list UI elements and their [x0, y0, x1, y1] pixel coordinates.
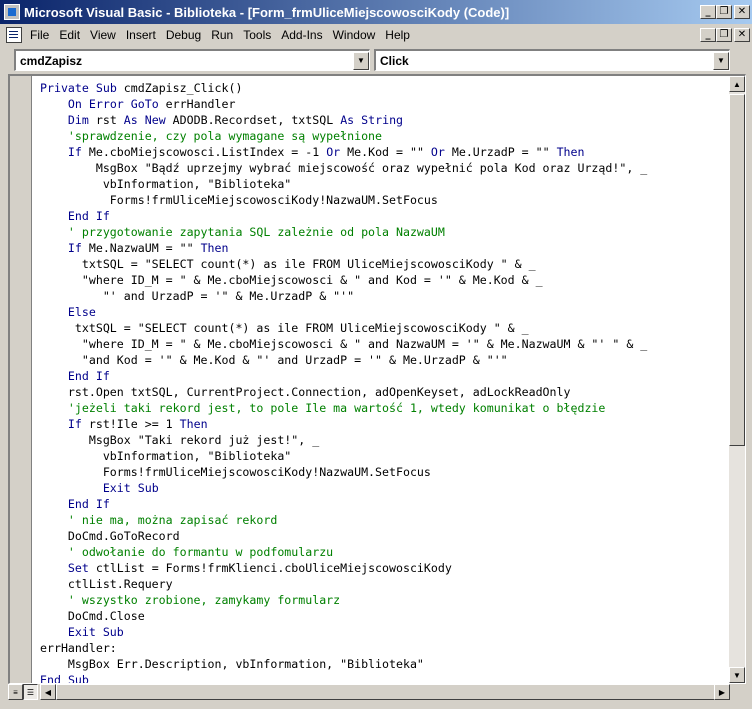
- code-line[interactable]: vbInformation, "Biblioteka": [40, 448, 727, 464]
- code-line[interactable]: "where ID_M = " & Me.cboMiejscowosci & "…: [40, 272, 727, 288]
- code-line[interactable]: Forms!frmUliceMiejscowosciKody!NazwaUM.S…: [40, 464, 727, 480]
- close-button[interactable]: ✕: [734, 5, 750, 19]
- scroll-right-icon[interactable]: ▶: [714, 684, 730, 700]
- code-line[interactable]: If Me.cboMiejscowosci.ListIndex = -1 Or …: [40, 144, 727, 160]
- doc-close-button[interactable]: ✕: [734, 28, 750, 42]
- horizontal-scrollbar[interactable]: ◀ ▶: [40, 684, 746, 700]
- menu-help[interactable]: Help: [380, 28, 415, 42]
- code-line[interactable]: vbInformation, "Biblioteka": [40, 176, 727, 192]
- code-line[interactable]: "' and UrzadP = '" & Me.UrzadP & "'": [40, 288, 727, 304]
- menu-bar: File Edit View Insert Debug Run Tools Ad…: [0, 24, 752, 46]
- code-window: cmdZapisz ▼ Click ▼ Private Sub cmdZapis…: [0, 46, 752, 709]
- title-bar: Microsoft Visual Basic - Biblioteka - [F…: [0, 0, 752, 24]
- menu-file[interactable]: File: [25, 28, 54, 42]
- menu-add-ins[interactable]: Add-Ins: [276, 28, 327, 42]
- code-line[interactable]: MsgBox "Bądź uprzejmy wybrać miejscowość…: [40, 160, 727, 176]
- code-window-icon[interactable]: [6, 27, 22, 43]
- full-module-view-icon[interactable]: ☰: [23, 684, 38, 700]
- code-line[interactable]: ' nie ma, można zapisać rekord: [40, 512, 727, 528]
- code-line[interactable]: txtSQL = "SELECT count(*) as ile FROM Ul…: [40, 320, 727, 336]
- code-line[interactable]: MsgBox "Taki rekord już jest!", _: [40, 432, 727, 448]
- restore-button[interactable]: ❐: [716, 5, 732, 19]
- menu-insert[interactable]: Insert: [121, 28, 161, 42]
- code-line[interactable]: rst.Open txtSQL, CurrentProject.Connecti…: [40, 384, 727, 400]
- code-line[interactable]: ctlList.Requery: [40, 576, 727, 592]
- code-line[interactable]: 'sprawdzenie, czy pola wymagane są wypeł…: [40, 128, 727, 144]
- code-line[interactable]: Set ctlList = Forms!frmKlienci.cboUliceM…: [40, 560, 727, 576]
- code-line[interactable]: On Error GoTo errHandler: [40, 96, 727, 112]
- menu-view[interactable]: View: [85, 28, 121, 42]
- menu-run[interactable]: Run: [206, 28, 238, 42]
- code-line[interactable]: MsgBox Err.Description, vbInformation, "…: [40, 656, 727, 672]
- code-line[interactable]: "where ID_M = " & Me.cboMiejscowosci & "…: [40, 336, 727, 352]
- code-line[interactable]: End Sub: [40, 672, 727, 683]
- code-editor[interactable]: Private Sub cmdZapisz_Click() On Error G…: [8, 74, 746, 684]
- code-line[interactable]: DoCmd.Close: [40, 608, 727, 624]
- doc-restore-button[interactable]: ❐: [716, 28, 732, 42]
- procedure-view-icon[interactable]: ≡: [8, 684, 23, 700]
- code-line[interactable]: DoCmd.GoToRecord: [40, 528, 727, 544]
- horizontal-scroll-thumb[interactable]: [56, 684, 716, 700]
- code-line[interactable]: Forms!frmUliceMiejscowosciKody!NazwaUM.S…: [40, 192, 727, 208]
- menu-window[interactable]: Window: [328, 28, 381, 42]
- code-line[interactable]: If rst!Ile >= 1 Then: [40, 416, 727, 432]
- chevron-down-icon[interactable]: ▼: [353, 51, 369, 70]
- margin-indicator-bar[interactable]: [10, 76, 32, 683]
- code-line[interactable]: txtSQL = "SELECT count(*) as ile FROM Ul…: [40, 256, 727, 272]
- code-line[interactable]: If Me.NazwaUM = "" Then: [40, 240, 727, 256]
- code-line[interactable]: ' wszystko zrobione, zamykamy formularz: [40, 592, 727, 608]
- code-line[interactable]: 'jeżeli taki rekord jest, to pole Ile ma…: [40, 400, 727, 416]
- vertical-scroll-thumb[interactable]: [729, 94, 745, 446]
- object-dropdown-value: cmdZapisz: [20, 53, 83, 68]
- scroll-down-icon[interactable]: ▼: [729, 667, 745, 683]
- code-line[interactable]: Exit Sub: [40, 480, 727, 496]
- code-line[interactable]: Private Sub cmdZapisz_Click(): [40, 80, 727, 96]
- scroll-left-icon[interactable]: ◀: [40, 684, 56, 700]
- code-line[interactable]: Else: [40, 304, 727, 320]
- menu-debug[interactable]: Debug: [161, 28, 206, 42]
- window-title: Microsoft Visual Basic - Biblioteka - [F…: [24, 4, 510, 20]
- procedure-dropdown[interactable]: Click ▼: [374, 49, 730, 71]
- code-line[interactable]: End If: [40, 208, 727, 224]
- code-line[interactable]: End If: [40, 368, 727, 384]
- code-line[interactable]: Dim rst As New ADODB.Recordset, txtSQL A…: [40, 112, 727, 128]
- chevron-down-icon[interactable]: ▼: [713, 51, 729, 70]
- size-grip: [730, 684, 746, 700]
- scroll-up-icon[interactable]: ▲: [729, 76, 745, 92]
- code-line[interactable]: Exit Sub: [40, 624, 727, 640]
- code-line[interactable]: "and Kod = '" & Me.Kod & "' and UrzadP =…: [40, 352, 727, 368]
- menu-tools[interactable]: Tools: [238, 28, 276, 42]
- vertical-scrollbar[interactable]: ▲ ▼: [729, 76, 745, 683]
- code-line[interactable]: End If: [40, 496, 727, 512]
- minimize-button[interactable]: _: [700, 5, 716, 19]
- code-line[interactable]: ' odwołanie do formantu w podfomularzu: [40, 544, 727, 560]
- code-line[interactable]: errHandler:: [40, 640, 727, 656]
- menu-edit[interactable]: Edit: [54, 28, 85, 42]
- procedure-dropdown-value: Click: [380, 53, 409, 68]
- doc-minimize-button[interactable]: _: [700, 28, 716, 42]
- object-dropdown[interactable]: cmdZapisz ▼: [14, 49, 370, 71]
- vb-app-icon[interactable]: [4, 4, 20, 20]
- code-line[interactable]: ' przygotowanie zapytania SQL zależnie o…: [40, 224, 727, 240]
- code-text[interactable]: Private Sub cmdZapisz_Click() On Error G…: [40, 80, 727, 683]
